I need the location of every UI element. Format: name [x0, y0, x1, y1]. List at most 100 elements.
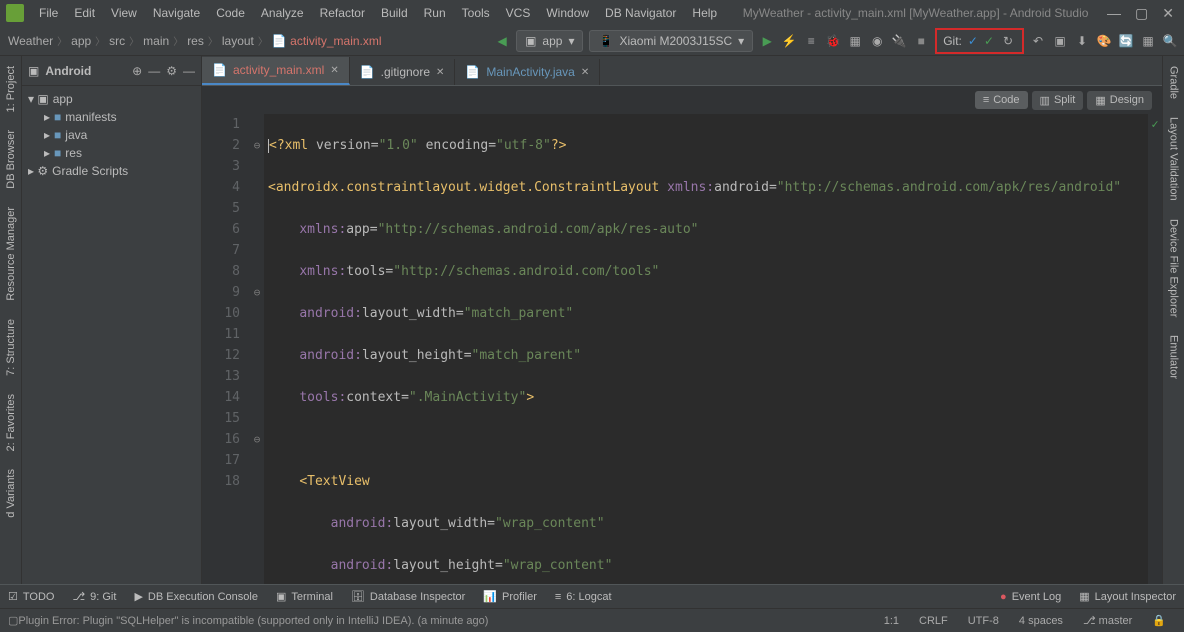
- menu-view[interactable]: View: [104, 3, 144, 23]
- sdk-icon[interactable]: ⬇: [1074, 33, 1090, 49]
- menu-run[interactable]: Run: [417, 3, 453, 23]
- menu-analyze[interactable]: Analyze: [254, 3, 311, 23]
- menu-help[interactable]: Help: [685, 3, 724, 23]
- profile-icon[interactable]: ◉: [869, 33, 885, 49]
- apply-changes-icon[interactable]: ⚡: [781, 33, 797, 49]
- rail-resmanager[interactable]: Resource Manager: [3, 201, 19, 307]
- status-position[interactable]: 1:1: [874, 615, 909, 627]
- search-icon[interactable]: 🔍: [1162, 33, 1178, 49]
- rail-project[interactable]: 1: Project: [3, 60, 19, 118]
- status-branch[interactable]: ⎇ master: [1073, 614, 1142, 627]
- tool-profiler[interactable]: 📊 Profiler: [483, 590, 537, 603]
- crumb[interactable]: app: [71, 34, 91, 48]
- code-view-button[interactable]: ≡ Code: [975, 91, 1028, 109]
- tab-gitignore[interactable]: 📄 .gitignore ✕: [350, 59, 456, 85]
- split-view-button[interactable]: ▥ Split: [1032, 91, 1084, 110]
- git-commit-icon[interactable]: ✓: [984, 34, 994, 48]
- sync-icon[interactable]: 🔄: [1118, 33, 1134, 49]
- gear-icon[interactable]: ⚙: [166, 64, 177, 78]
- rail-structure[interactable]: 7: Structure: [3, 313, 19, 382]
- rail-dbbrowser[interactable]: DB Browser: [3, 124, 19, 195]
- code-editor[interactable]: 123456789101112131415161718 ⊖⊖⊖ <?xml ve…: [202, 114, 1162, 584]
- crumb[interactable]: main: [143, 34, 169, 48]
- layout-view-buttons: ≡ Code ▥ Split ▦ Design: [202, 86, 1162, 114]
- close-button[interactable]: ✕: [1162, 5, 1174, 22]
- tool-db-inspector[interactable]: 🗄 Database Inspector: [351, 590, 465, 603]
- content: 1: Project DB Browser Resource Manager 7…: [0, 56, 1184, 584]
- avd-icon[interactable]: ▣: [1052, 33, 1068, 49]
- run-config-selector[interactable]: ▣ app ▾: [516, 30, 583, 52]
- menu-edit[interactable]: Edit: [67, 3, 102, 23]
- more-icon[interactable]: ▦: [1140, 33, 1156, 49]
- menu-navigate[interactable]: Navigate: [146, 3, 207, 23]
- tool-event-log[interactable]: ● Event Log: [1000, 591, 1061, 603]
- target-icon[interactable]: ⊕: [132, 64, 142, 78]
- stop-icon[interactable]: ■: [913, 33, 929, 49]
- menu-window[interactable]: Window: [539, 3, 596, 23]
- menu-tools[interactable]: Tools: [455, 3, 497, 23]
- menu-file[interactable]: File: [32, 3, 65, 23]
- back-icon[interactable]: ◀: [494, 33, 510, 49]
- git-label: Git:: [943, 34, 962, 48]
- status-encoding[interactable]: UTF-8: [958, 615, 1009, 627]
- bottom-tool-bar: ☑ TODO ⎇ 9: Git ▶ DB Execution Console ▣…: [0, 584, 1184, 608]
- status-indent[interactable]: 4 spaces: [1009, 615, 1073, 627]
- rail-variants[interactable]: d Variants: [3, 463, 19, 524]
- tool-db-exec[interactable]: ▶ DB Execution Console: [134, 590, 258, 603]
- tool-logcat[interactable]: ≡ 6: Logcat: [555, 591, 612, 603]
- tab-activity-main[interactable]: 📄 activity_main.xml ✕: [202, 57, 350, 85]
- design-view-button[interactable]: ▦ Design: [1087, 91, 1152, 110]
- status-icon[interactable]: ▢: [8, 614, 18, 627]
- crumb[interactable]: Weather: [8, 34, 53, 48]
- close-icon[interactable]: ✕: [436, 67, 444, 78]
- hide-icon[interactable]: —: [183, 64, 195, 78]
- project-view-name[interactable]: Android: [45, 64, 126, 78]
- tool-layout-inspector[interactable]: ▦ Layout Inspector: [1079, 590, 1176, 603]
- collapse-icon[interactable]: —: [148, 64, 160, 78]
- analysis-ok-icon: ✓: [1148, 114, 1162, 135]
- status-eol[interactable]: CRLF: [909, 615, 958, 627]
- tree-folder[interactable]: ▸ ■ java: [28, 126, 195, 144]
- run-icon[interactable]: ▶: [759, 33, 775, 49]
- device-selector[interactable]: 📱 Xiaomi M2003J15SC ▾: [589, 30, 753, 52]
- git-update-icon[interactable]: ✓: [968, 34, 978, 48]
- crumb-current[interactable]: 📄 activity_main.xml: [272, 34, 382, 48]
- tree-folder[interactable]: ▸ ■ manifests: [28, 108, 195, 126]
- status-bar: ▢ Plugin Error: Plugin "SQLHelper" is in…: [0, 608, 1184, 632]
- rail-layout-validation[interactable]: Layout Validation: [1166, 111, 1182, 207]
- menu-vcs[interactable]: VCS: [499, 3, 538, 23]
- crumb[interactable]: src: [109, 34, 125, 48]
- status-lock-icon[interactable]: 🔒: [1142, 614, 1176, 627]
- close-icon[interactable]: ✕: [330, 65, 338, 76]
- git-history-icon[interactable]: ↻: [1000, 33, 1016, 49]
- menu-code[interactable]: Code: [209, 3, 252, 23]
- rail-favorites[interactable]: 2: Favorites: [3, 388, 19, 457]
- revert-icon[interactable]: ↶: [1030, 33, 1046, 49]
- crumb[interactable]: layout: [222, 34, 254, 48]
- crumb[interactable]: res: [187, 34, 204, 48]
- maximize-button[interactable]: ▢: [1135, 5, 1148, 22]
- menu-refactor[interactable]: Refactor: [313, 3, 372, 23]
- project-tree: ▾ ▣ app ▸ ■ manifests ▸ ■ java ▸ ■ res ▸…: [22, 86, 201, 184]
- tree-root[interactable]: ▾ ▣ app: [28, 90, 195, 108]
- rail-gradle[interactable]: Gradle: [1166, 60, 1182, 105]
- project-header: ▣ Android ⊕ — ⚙ —: [22, 56, 201, 86]
- menu-build[interactable]: Build: [374, 3, 415, 23]
- apply-code-icon[interactable]: ≡: [803, 33, 819, 49]
- minimize-button[interactable]: —: [1107, 5, 1121, 22]
- tool-terminal[interactable]: ▣ Terminal: [276, 590, 333, 603]
- menu-dbnav[interactable]: DB Navigator: [598, 3, 683, 23]
- rail-device-file-explorer[interactable]: Device File Explorer: [1166, 213, 1182, 323]
- code-content[interactable]: <?xml version="1.0" encoding="utf-8"?> <…: [264, 114, 1148, 584]
- tree-folder[interactable]: ▸ ■ res: [28, 144, 195, 162]
- attach-debugger-icon[interactable]: 🔌: [891, 33, 907, 49]
- close-icon[interactable]: ✕: [581, 67, 589, 78]
- tab-mainactivity[interactable]: 📄 MainActivity.java ✕: [455, 59, 600, 85]
- tool-git[interactable]: ⎇ 9: Git: [72, 590, 116, 603]
- rail-emulator[interactable]: Emulator: [1166, 329, 1182, 385]
- coverage-icon[interactable]: ▦: [847, 33, 863, 49]
- resmgr-icon[interactable]: 🎨: [1096, 33, 1112, 49]
- tool-todo[interactable]: ☑ TODO: [8, 590, 54, 603]
- debug-icon[interactable]: 🐞: [825, 33, 841, 49]
- tree-gradle[interactable]: ▸ ⚙ Gradle Scripts: [28, 162, 195, 180]
